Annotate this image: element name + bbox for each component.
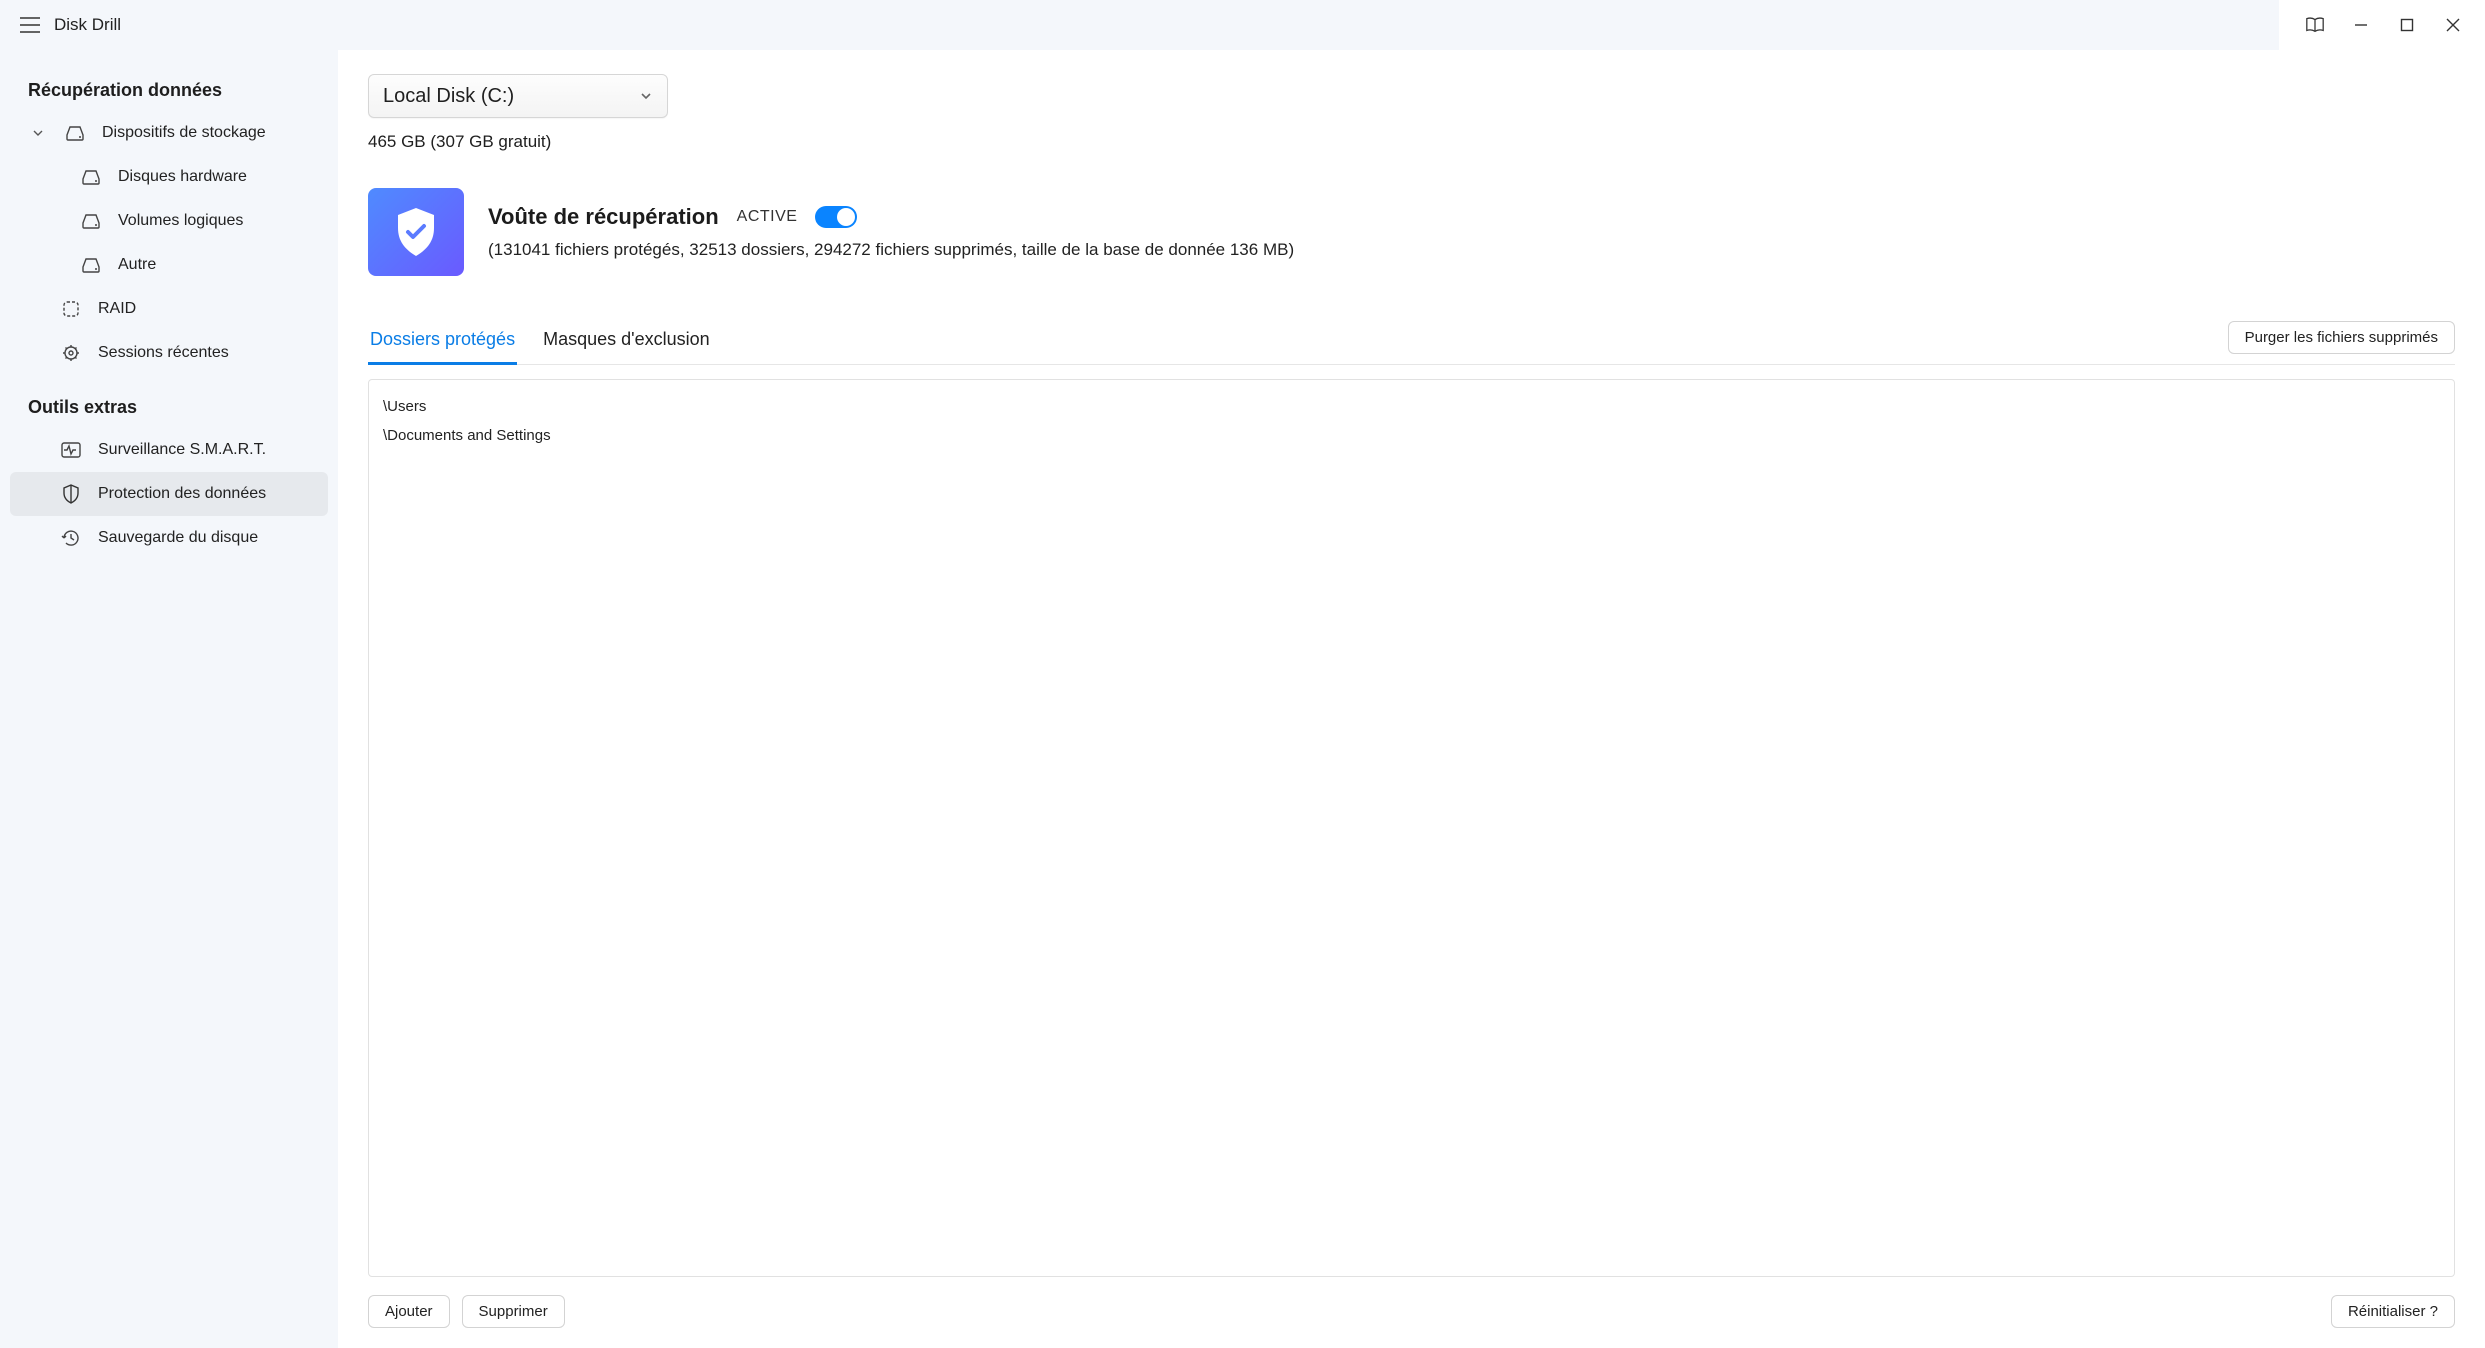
- sidebar-item-smart[interactable]: Surveillance S.M.A.R.T.: [10, 428, 328, 472]
- chevron-down-icon: [639, 89, 653, 103]
- sidebar-item-label: Sauvegarde du disque: [98, 529, 316, 547]
- sidebar-item-hardware-disks[interactable]: Disques hardware: [10, 155, 328, 199]
- sidebar-item-data-protection[interactable]: Protection des données: [10, 472, 328, 516]
- sidebar-item-other[interactable]: Autre: [10, 243, 328, 287]
- add-button[interactable]: Ajouter: [368, 1295, 450, 1328]
- vault-status: ACTIVE: [737, 208, 798, 226]
- sidebar-item-recent-sessions[interactable]: Sessions récentes: [10, 331, 328, 375]
- shield-icon: [60, 484, 82, 504]
- sidebar-item-label: Autre: [118, 256, 316, 274]
- sidebar-section-recovery: Récupération données: [0, 74, 338, 111]
- drive-icon: [80, 169, 102, 185]
- sidebar-item-label: Protection des données: [98, 485, 316, 503]
- window-controls: [2279, 0, 2485, 50]
- tab-protected-folders[interactable]: Dossiers protégés: [368, 321, 517, 365]
- sidebar: Récupération données Dispositifs de stoc…: [0, 50, 338, 1348]
- sidebar-section-extras: Outils extras: [0, 391, 338, 428]
- history-icon: [60, 528, 82, 548]
- list-item[interactable]: \Users: [383, 392, 2440, 421]
- vault-stats: (131041 fichiers protégés, 32513 dossier…: [488, 240, 1294, 260]
- drive-icon: [80, 213, 102, 229]
- reset-button[interactable]: Réinitialiser ?: [2331, 1295, 2455, 1328]
- remove-button[interactable]: Supprimer: [462, 1295, 565, 1328]
- sidebar-item-label: RAID: [98, 300, 316, 318]
- drive-icon: [80, 257, 102, 273]
- book-icon[interactable]: [2305, 15, 2325, 35]
- main-content: Local Disk (C:) 465 GB (307 GB gratuit) …: [338, 50, 2485, 1348]
- shield-badge-icon: [368, 188, 464, 276]
- close-button[interactable]: [2443, 15, 2463, 35]
- sidebar-item-label: Surveillance S.M.A.R.T.: [98, 441, 316, 459]
- maximize-button[interactable]: [2397, 15, 2417, 35]
- sidebar-item-storage-devices[interactable]: Dispositifs de stockage: [10, 111, 328, 155]
- drive-icon: [64, 125, 86, 141]
- gear-icon: [60, 344, 82, 362]
- recovery-vault-panel: Voûte de récupération ACTIVE (131041 fic…: [368, 188, 2455, 276]
- raid-icon: [60, 300, 82, 318]
- vault-toggle[interactable]: [815, 206, 857, 228]
- tab-exclusion-masks[interactable]: Masques d'exclusion: [541, 321, 712, 365]
- list-item[interactable]: \Documents and Settings: [383, 421, 2440, 450]
- titlebar: Disk Drill: [0, 0, 2485, 50]
- disk-select-dropdown[interactable]: Local Disk (C:): [368, 74, 668, 118]
- vault-title: Voûte de récupération: [488, 204, 719, 230]
- bottom-actions: Ajouter Supprimer Réinitialiser ?: [368, 1295, 2455, 1328]
- chevron-down-icon: [28, 127, 48, 139]
- tabs-row: Dossiers protégés Masques d'exclusion Pu…: [368, 320, 2455, 365]
- sidebar-item-label: Disques hardware: [118, 168, 316, 186]
- disk-select-value: Local Disk (C:): [383, 85, 514, 108]
- sidebar-item-label: Volumes logiques: [118, 212, 316, 230]
- protected-folders-list[interactable]: \Users \Documents and Settings: [368, 379, 2455, 1277]
- sidebar-item-logical-volumes[interactable]: Volumes logiques: [10, 199, 328, 243]
- hamburger-icon[interactable]: [20, 17, 40, 33]
- sidebar-item-label: Sessions récentes: [98, 344, 316, 362]
- sidebar-item-disk-backup[interactable]: Sauvegarde du disque: [10, 516, 328, 560]
- sidebar-item-raid[interactable]: RAID: [10, 287, 328, 331]
- minimize-button[interactable]: [2351, 15, 2371, 35]
- activity-icon: [60, 442, 82, 458]
- app-title: Disk Drill: [54, 15, 121, 35]
- purge-button[interactable]: Purger les fichiers supprimés: [2228, 321, 2455, 354]
- sidebar-item-label: Dispositifs de stockage: [102, 124, 316, 142]
- disk-info: 465 GB (307 GB gratuit): [368, 132, 2455, 152]
